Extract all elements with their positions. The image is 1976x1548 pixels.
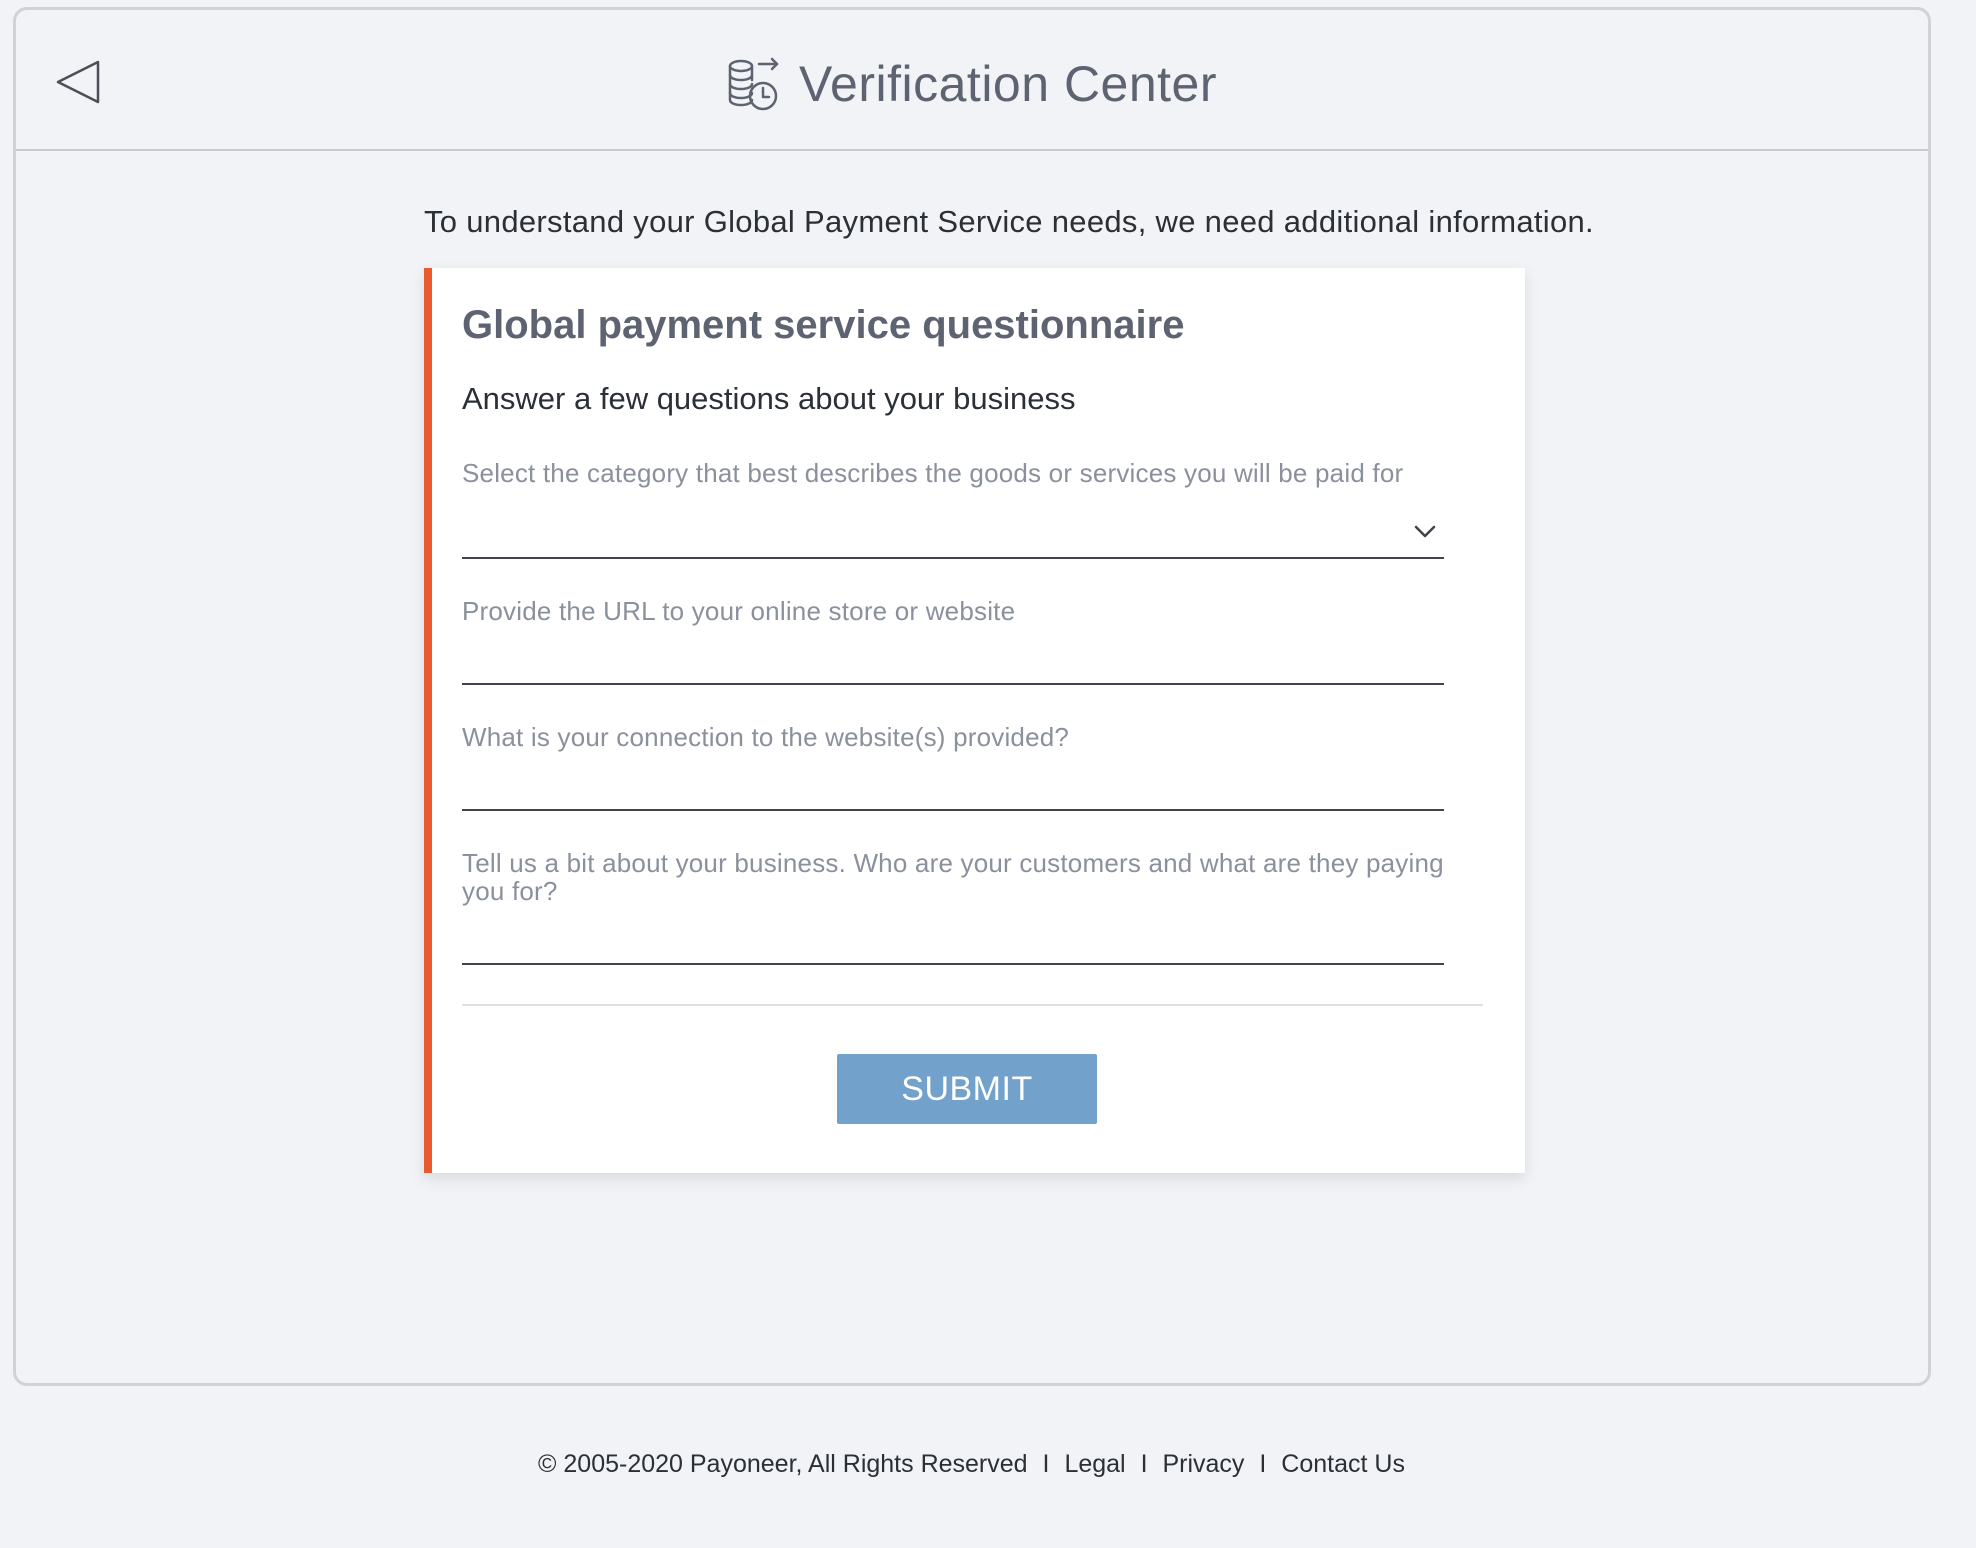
- questionnaire-card: Global payment service questionnaire Ans…: [424, 268, 1525, 1173]
- card-subtitle: Answer a few questions about your busine…: [462, 381, 1076, 416]
- contact-us-link[interactable]: Contact Us: [1281, 1450, 1405, 1478]
- title-group: Verification Center: [16, 56, 1928, 112]
- footer: © 2005-2020 Payoneer, All Rights Reserve…: [0, 1450, 1943, 1479]
- divider: [462, 1004, 1483, 1006]
- business-label: Tell us a bit about your business. Who a…: [462, 848, 1444, 906]
- business-field[interactable]: Tell us a bit about your business. Who a…: [462, 849, 1444, 965]
- category-input[interactable]: [462, 521, 1404, 555]
- url-input[interactable]: [462, 647, 1404, 681]
- footer-separator: I: [1140, 1450, 1148, 1478]
- intro-text: To understand your Global Payment Servic…: [424, 204, 1594, 239]
- submit-button[interactable]: SUBMIT: [837, 1054, 1097, 1124]
- header: Verification Center: [16, 10, 1928, 151]
- privacy-link[interactable]: Privacy: [1162, 1450, 1244, 1478]
- copyright-text: © 2005-2020 Payoneer, All Rights Reserve…: [538, 1450, 1028, 1478]
- footer-separator: I: [1042, 1450, 1050, 1478]
- business-input[interactable]: [462, 927, 1404, 961]
- card-title: Global payment service questionnaire: [462, 303, 1185, 347]
- category-label: Select the category that best describes …: [462, 458, 1404, 488]
- connection-field[interactable]: What is your connection to the website(s…: [462, 723, 1444, 811]
- chevron-down-icon[interactable]: [1414, 525, 1436, 539]
- page-title: Verification Center: [798, 56, 1218, 112]
- connection-input[interactable]: [462, 773, 1404, 807]
- url-label: Provide the URL to your online store or …: [462, 596, 1016, 626]
- legal-link[interactable]: Legal: [1064, 1450, 1125, 1478]
- category-select[interactable]: Select the category that best describes …: [462, 459, 1444, 559]
- url-field[interactable]: Provide the URL to your online store or …: [462, 597, 1444, 685]
- verification-center-panel: Verification Center To understand your G…: [13, 7, 1931, 1386]
- coins-clock-icon: [728, 57, 779, 111]
- footer-separator: I: [1259, 1450, 1267, 1478]
- connection-label: What is your connection to the website(s…: [462, 722, 1070, 752]
